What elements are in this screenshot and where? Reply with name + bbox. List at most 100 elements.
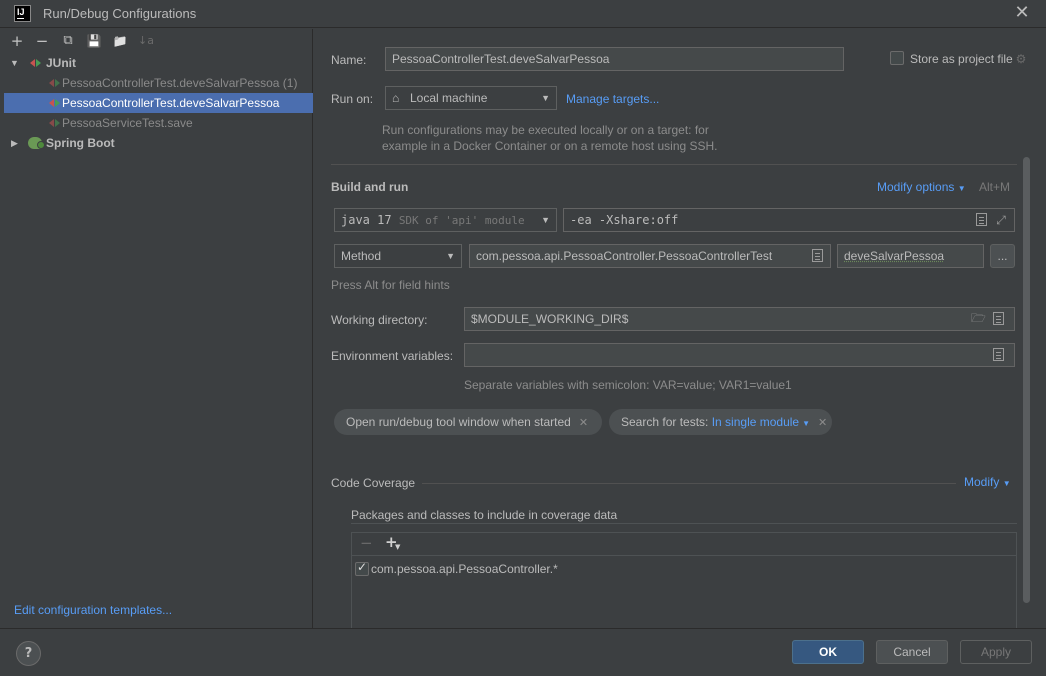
run-on-hint-line-1: Run configurations may be executed local… [382,123,709,137]
store-as-project-file-label: Store as project file [910,52,1013,66]
jdk-value: java 17 [341,213,392,227]
home-icon: ⌂ [392,91,400,105]
vm-options-value: -ea -Xshare:off [570,213,679,227]
coverage-item-label: com.pessoa.api.PessoaController.* [371,562,558,576]
ok-button[interactable]: OK [792,640,864,664]
add-icon[interactable]: + [8,32,26,50]
run-on-label: Run on: [331,92,374,106]
tree-node-junit[interactable]: ▼ JUnit [4,53,313,73]
build-and-run-title: Build and run [331,180,409,194]
tree-item-selected[interactable]: PessoaControllerTest.deveSalvarPessoa [4,93,313,113]
save-icon[interactable]: 💾 [85,32,103,50]
open-tool-window-chip[interactable]: Open run/debug tool window when started ✕ [334,409,602,435]
test-class-value: com.pessoa.api.PessoaController.PessoaCo… [476,249,773,263]
test-kind-value: Method [341,249,382,263]
chevron-down-icon[interactable]: ▼ [10,53,19,73]
edit-configuration-templates-link[interactable]: Edit configuration templates... [14,603,172,617]
code-coverage-title: Code Coverage [331,476,416,490]
packages-classes-label: Packages and classes to include in cover… [351,508,618,522]
sort-icon[interactable]: ↓a [137,32,155,50]
chevron-down-icon: ▼ [541,93,550,103]
tree-item[interactable]: PessoaControllerTest.deveSalvarPessoa (1… [4,73,313,93]
close-icon[interactable]: ✕ [1012,3,1032,23]
jdk-hint: SDK of 'api' module [398,214,525,227]
browse-method-button[interactable]: ... [990,244,1015,268]
copy-icon[interactable]: ⧉ [59,32,77,50]
remove-chip-icon[interactable]: ✕ [818,417,827,429]
modify-options-label: Modify options [877,180,955,194]
intellij-logo-icon: IJ [14,5,31,22]
junit-icon [30,58,42,68]
remove-icon[interactable]: − [360,534,373,552]
chevron-down-icon: ▼ [446,251,455,261]
window-title: Run/Debug Configurations [43,6,197,21]
run-on-hint-line-2: example in a Docker Container or on a re… [382,139,718,153]
modify-coverage-link[interactable]: Modify ▼ [964,475,1011,489]
packages-divider [351,523,1017,524]
store-as-project-file-checkbox[interactable] [890,51,904,65]
tree-item[interactable]: PessoaServiceTest.save [4,113,313,133]
tree-node-spring-boot[interactable]: ▶ Spring Boot [4,133,313,153]
configurations-toolbar: + − ⧉ 💾 📁 ↓a [4,30,313,52]
scrollbar[interactable] [1023,157,1030,603]
test-kind-select[interactable]: Method ▼ [334,244,462,268]
field-hints-text: Press Alt for field hints [331,278,450,292]
junit-test-icon [49,118,61,128]
vm-options-field[interactable]: -ea -Xshare:off ⤢ [563,208,1015,232]
run-on-value: Local machine [410,91,488,105]
run-on-select[interactable]: ⌂ Local machine ▼ [385,86,557,110]
document-icon[interactable] [993,348,1004,361]
document-icon[interactable] [993,312,1004,325]
jdk-select[interactable]: java 17 SDK of 'api' module ▼ [334,208,557,232]
chevron-down-icon: ▼ [395,543,401,551]
chevron-down-icon: ▼ [541,215,550,225]
spring-boot-icon [28,137,45,149]
tree-item-label: PessoaControllerTest.deveSalvarPessoa (1… [62,76,298,90]
chevron-down-icon: ▼ [957,184,966,193]
working-directory-value: $MODULE_WORKING_DIR$ [471,312,629,326]
tree-item-label: PessoaServiceTest.save [62,116,193,130]
bottom-divider [0,628,1046,629]
test-class-field[interactable]: com.pessoa.api.PessoaController.PessoaCo… [469,244,831,268]
search-for-tests-label: Search for tests: [621,415,709,429]
name-label: Name: [331,53,367,67]
junit-test-icon [49,78,61,88]
chevron-down-icon: ▼ [802,419,811,428]
working-directory-label: Working directory: [331,313,428,327]
new-folder-icon[interactable]: 📁 [111,32,129,50]
working-directory-field[interactable]: $MODULE_WORKING_DIR$ 🗁 [464,307,1015,331]
coverage-item-checkbox[interactable] [355,560,369,576]
environment-variables-hint: Separate variables with semicolon: VAR=v… [464,378,792,392]
environment-variables-field[interactable] [464,343,1015,367]
environment-variables-label: Environment variables: [331,349,454,363]
test-method-value: deveSalvarPessoa [844,249,945,263]
remove-icon[interactable]: − [33,32,51,50]
modify-options-shortcut: Alt+M [979,180,1011,194]
modify-coverage-label: Modify [964,475,1000,489]
manage-targets-link[interactable]: Manage targets... [566,92,659,106]
document-icon[interactable] [976,213,987,226]
expand-icon[interactable]: ⤢ [994,213,1008,227]
document-icon[interactable] [812,249,823,262]
test-method-field[interactable]: deveSalvarPessoa [837,244,984,268]
junit-test-icon [49,98,61,108]
code-coverage-divider [422,483,956,484]
coverage-toolbar: − + ▼ [352,533,1016,556]
tree-item-label: PessoaControllerTest.deveSalvarPessoa [62,96,280,110]
tree-label-spring-boot: Spring Boot [46,136,115,150]
tree-label-junit: JUnit [46,56,76,70]
apply-button[interactable]: Apply [960,640,1032,664]
section-divider [331,164,1017,165]
help-button[interactable]: ? [16,641,41,666]
folder-icon[interactable]: 🗁 [971,311,986,325]
search-for-tests-value[interactable]: In single module [712,415,799,429]
search-for-tests-chip[interactable]: Search for tests: In single module ▼ ✕ [609,409,832,435]
cancel-button[interactable]: Cancel [876,640,948,664]
modify-options-link[interactable]: Modify options ▼ [877,180,966,194]
chevron-down-icon: ▼ [1002,479,1011,488]
chevron-right-icon[interactable]: ▶ [11,133,18,153]
gear-icon[interactable]: ⚙ [1014,52,1028,66]
name-field[interactable]: PessoaControllerTest.deveSalvarPessoa [385,47,844,71]
open-tool-window-label: Open run/debug tool window when started [346,415,571,429]
remove-chip-icon[interactable]: ✕ [579,417,588,429]
